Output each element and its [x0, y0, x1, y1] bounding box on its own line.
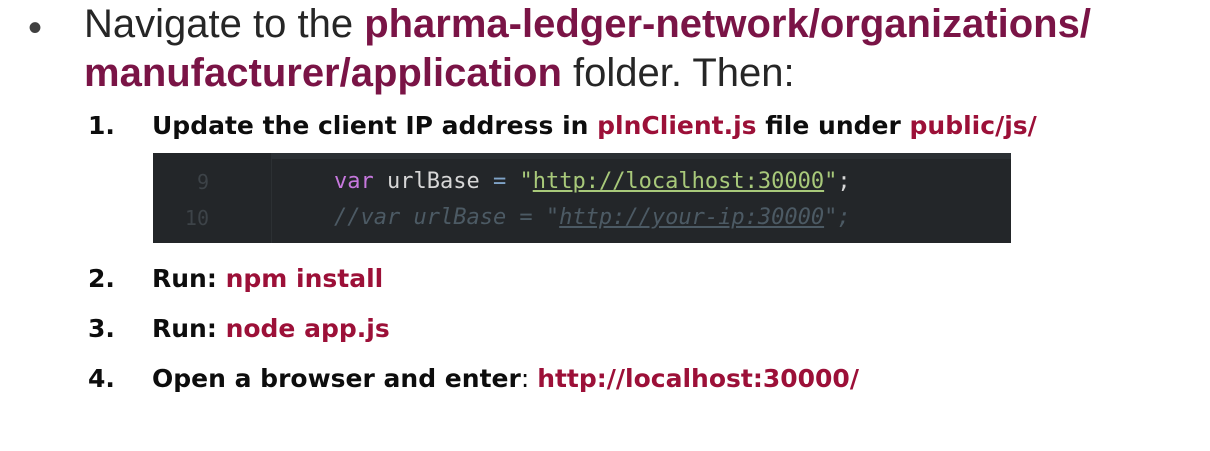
command: npm install: [225, 264, 384, 293]
code-comment: //var urlBase = ": [334, 205, 560, 230]
intro-path-part-2: manufacturer/application: [84, 51, 562, 95]
step-text: file under: [756, 111, 910, 140]
code-content: var urlBase = "http://localhost:30000";: [334, 167, 851, 197]
code-url: http://localhost:30000: [532, 169, 825, 194]
code-keyword: var: [334, 169, 374, 194]
code-content: //var urlBase = "http://your-ip:30000";: [334, 203, 851, 233]
line-number: 9: [196, 170, 209, 194]
intro-line-1: Navigate to the pharma-ledger-network/or…: [84, 1, 1091, 47]
code-quote: ": [824, 169, 838, 194]
step-2: 2. Run: npm install: [88, 264, 383, 293]
step-label: Run:: [152, 314, 226, 343]
step-text: Update the client IP address in: [152, 111, 598, 140]
step-1: 1. Update the client IP address in plnCli…: [88, 111, 1037, 140]
intro-path-part-1: pharma-ledger-network/organizations/: [364, 2, 1091, 46]
intro-line-2: manufacturer/application folder. Then:: [84, 50, 795, 96]
step-4: 4. Open a browser and enter: http://local…: [88, 364, 859, 393]
intro-prefix: Navigate to the: [84, 2, 365, 46]
step-label: Open a browser and enter: [152, 364, 521, 393]
intro-suffix: folder. Then:: [561, 51, 795, 95]
step-label: Run:: [152, 264, 226, 293]
step-3: 3. Run: node app.js: [88, 314, 390, 343]
step-number: 3.: [88, 314, 115, 343]
code-semicolon: ;: [837, 169, 851, 194]
command: node app.js: [225, 314, 390, 343]
code-cutoff-strip: [271, 153, 1011, 159]
step-number: 2.: [88, 264, 115, 293]
code-quote: ": [506, 169, 533, 194]
code-comment-url: http://your-ip:30000: [559, 205, 825, 230]
url-link: http://localhost:30000/: [537, 364, 859, 393]
bullet-dot: •: [28, 6, 43, 50]
code-operator: =: [492, 169, 507, 194]
step-colon: :: [520, 364, 538, 393]
code-line: 10 //var urlBase = "http://your-ip:30000…: [153, 203, 1011, 233]
step-number: 4.: [88, 364, 115, 393]
step-number: 1.: [88, 111, 115, 140]
code-identifier: urlBase: [373, 169, 493, 194]
line-number: 10: [184, 206, 209, 230]
folder-path: public/js/: [909, 111, 1037, 140]
file-name: plnClient.js: [597, 111, 757, 140]
code-snippet: 9 var urlBase = "http://localhost:30000"…: [153, 153, 1011, 243]
code-comment: ";: [824, 205, 851, 230]
code-line: 9 var urlBase = "http://localhost:30000"…: [153, 167, 1011, 197]
